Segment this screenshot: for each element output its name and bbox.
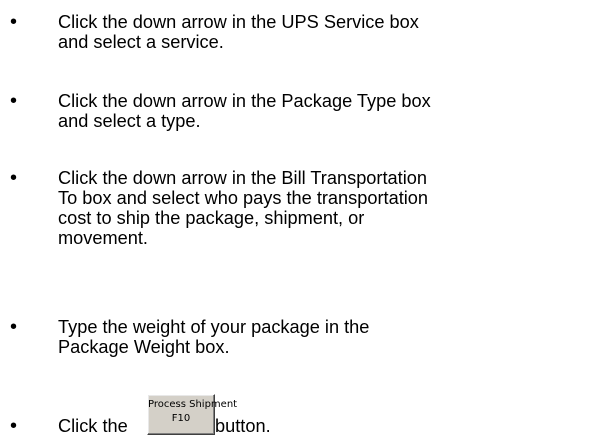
instruction-list: • Click the down arrow in the UPS Servic… xyxy=(0,0,607,447)
final-step-row: Click the Process Shipment F10 button. xyxy=(58,391,603,436)
process-shipment-label: Process Shipment xyxy=(148,399,238,410)
bullet-icon: • xyxy=(10,90,18,112)
process-shipment-button[interactable]: Process Shipment F10 xyxy=(147,394,238,435)
bullet-icon: • xyxy=(10,11,18,33)
shortcut-key-label: F10 xyxy=(171,413,191,424)
bullet-icon: • xyxy=(10,316,18,338)
instruction-text: Type the weight of your package in the P… xyxy=(58,317,370,357)
instruction-text: Click the down arrow in the Bill Transpo… xyxy=(58,168,429,248)
bullet-icon: • xyxy=(10,415,18,437)
instruction-text: Click the down arrow in the UPS Service … xyxy=(58,12,419,52)
instruction-text: Click the down arrow in the Package Type… xyxy=(58,91,431,131)
click-the-text: Click the xyxy=(58,416,128,436)
bullet-icon: • xyxy=(10,167,18,189)
button-suffix-text: button. xyxy=(215,416,271,436)
